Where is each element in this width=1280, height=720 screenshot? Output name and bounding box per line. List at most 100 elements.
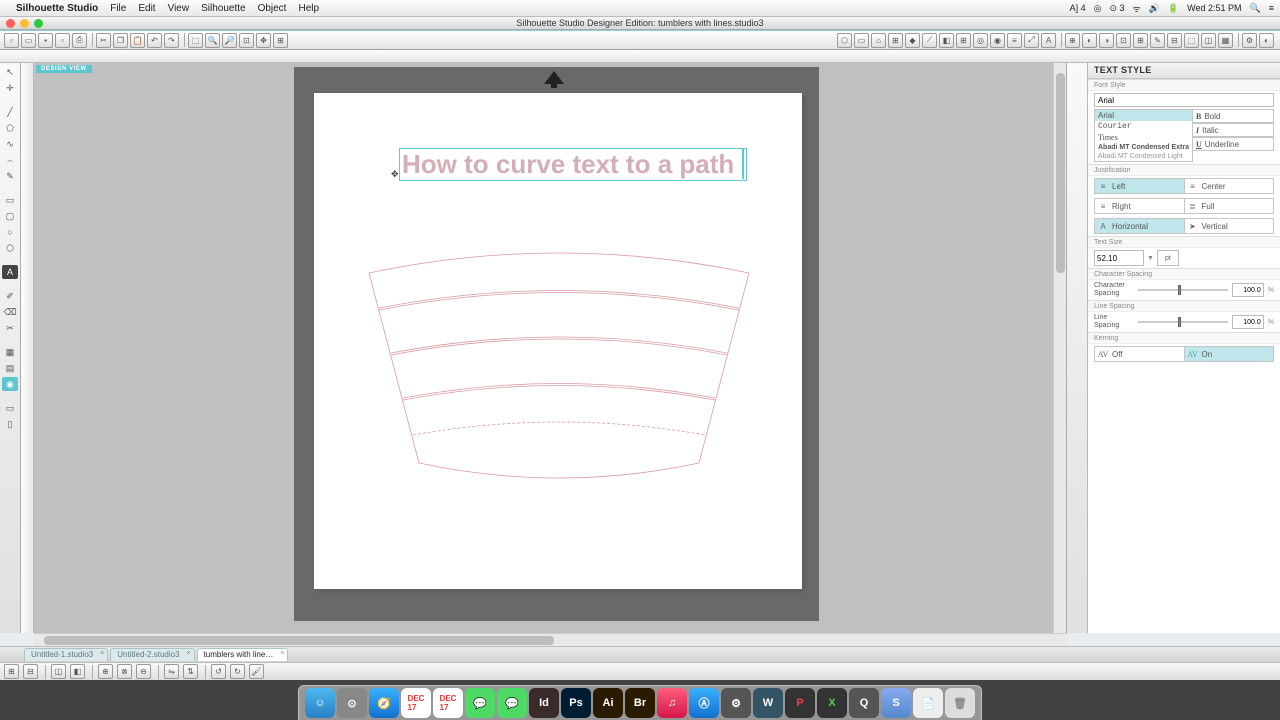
grid-icon[interactable]: ⊞ [956, 33, 971, 48]
justify-full-button[interactable]: ≣Full [1185, 198, 1275, 214]
line-icon[interactable]: ⟋ [922, 33, 937, 48]
menu-help[interactable]: Help [298, 3, 319, 14]
select-icon[interactable]: ⬚ [188, 33, 203, 48]
status-icon[interactable]: ⊙ 3 [1109, 3, 1124, 14]
document-tab[interactable]: tumblers with line…× [197, 648, 289, 661]
dock-finder-icon[interactable]: ☺ [305, 688, 335, 718]
rectangle-tool-icon[interactable]: ▭ [2, 193, 18, 207]
undo-icon[interactable]: ↶ [147, 33, 162, 48]
zoom-icon[interactable] [34, 19, 43, 28]
redo-icon[interactable]: ↷ [164, 33, 179, 48]
dock-app-q-icon[interactable]: Q [849, 688, 879, 718]
rounded-rect-tool-icon[interactable]: ▢ [2, 209, 18, 223]
paint-icon[interactable]: 🖌 [249, 664, 264, 679]
menu-object[interactable]: Object [258, 3, 287, 14]
group2-icon[interactable]: ▤ [2, 361, 18, 375]
kerning-off-button[interactable]: AVOff [1094, 346, 1185, 362]
rotate-l-icon[interactable]: ↺ [211, 664, 226, 679]
menu-file[interactable]: File [110, 3, 126, 14]
open-icon[interactable]: ▭ [21, 33, 36, 48]
document-tab[interactable]: Untitled-2.studio3× [110, 648, 194, 661]
line-spacing-slider[interactable] [1138, 316, 1228, 328]
char-spacing-slider[interactable] [1138, 284, 1228, 296]
zoom-fit-icon[interactable]: ⊡ [239, 33, 254, 48]
theme-icon[interactable]: ◐ [1259, 33, 1274, 48]
menu-edit[interactable]: Edit [138, 3, 155, 14]
group-icon[interactable]: ⊞ [4, 664, 19, 679]
close-tab-icon[interactable]: × [280, 650, 284, 657]
layout-icon[interactable]: ▭ [2, 401, 18, 415]
line-tool-icon[interactable]: ╱ [2, 105, 18, 119]
weld-icon[interactable]: ⊕ [98, 664, 113, 679]
dock-indesign-icon[interactable]: Id [529, 688, 559, 718]
page-icon[interactable]: ▭ [854, 33, 869, 48]
text-tool-icon[interactable]: A [2, 265, 18, 279]
dock-settings-icon[interactable]: ⚙ [721, 688, 751, 718]
zoom-out-icon[interactable]: 🔎 [222, 33, 237, 48]
knife-tool-icon[interactable]: ✂ [2, 321, 18, 335]
layout2-icon[interactable]: ▯ [2, 417, 18, 431]
send-icon[interactable]: ⬡ [837, 33, 852, 48]
char-spacing-input[interactable] [1232, 283, 1264, 297]
underline-button[interactable]: UUnderline [1193, 137, 1274, 151]
dock-itunes-icon[interactable]: ♫ [657, 688, 687, 718]
dock-bridge-icon[interactable]: Br [625, 688, 655, 718]
font-list-item[interactable]: Abadi MT Condensed Extra [1095, 143, 1192, 152]
group1-icon[interactable]: ▦ [2, 345, 18, 359]
release-icon[interactable]: ◧ [70, 664, 85, 679]
font-list-item[interactable]: Times [1095, 132, 1192, 143]
dock-calendar-icon[interactable]: DEC17 [401, 688, 431, 718]
offset-icon[interactable]: ◉ [990, 33, 1005, 48]
registration-icon[interactable]: ⊞ [1133, 33, 1148, 48]
select-tool-icon[interactable]: ↖ [2, 65, 18, 79]
scale-icon[interactable]: ⤢ [1024, 33, 1039, 48]
status-icon[interactable]: ◎ [1094, 3, 1102, 14]
edit-points-icon[interactable]: ✛ [2, 81, 18, 95]
new-icon[interactable]: ▫ [4, 33, 19, 48]
save-icon[interactable]: ▪ [38, 33, 53, 48]
group3-icon[interactable]: ◉ [2, 377, 18, 391]
text-move-handle[interactable]: ✥ [391, 169, 399, 180]
wifi-icon[interactable]: ᯤ [1132, 2, 1140, 15]
dock-appstore-icon[interactable]: Ⓐ [689, 688, 719, 718]
canvas-area[interactable]: DESIGN VIEW ✥ How to curve text to a pat… [34, 63, 1053, 633]
scrollbar-horizontal[interactable] [34, 633, 1067, 646]
zoom-drag-icon[interactable]: ✥ [256, 33, 271, 48]
volume-icon[interactable]: 🔊 [1149, 3, 1160, 14]
draw-note-icon[interactable]: ✐ [2, 289, 18, 303]
paste-icon[interactable]: 📋 [130, 33, 145, 48]
ellipse-tool-icon[interactable]: ○ [2, 225, 18, 239]
curve-tool-icon[interactable]: ∿ [2, 137, 18, 151]
rotate-r-icon[interactable]: ↻ [230, 664, 245, 679]
align-mid-icon[interactable]: ≡ [1007, 33, 1022, 48]
dock-silhouette-icon[interactable]: S [881, 688, 911, 718]
store-icon[interactable]: ⌂ [871, 33, 886, 48]
copy-icon[interactable]: ❐ [113, 33, 128, 48]
trace-icon[interactable]: ◎ [973, 33, 988, 48]
font-list-item[interactable]: Abadi MT Condensed Light [1095, 152, 1192, 161]
dock-illustrator-icon[interactable]: Ai [593, 688, 623, 718]
clock[interactable]: Wed 2:51 PM [1187, 3, 1241, 13]
kerning-on-button[interactable]: AVOn [1185, 346, 1275, 362]
shape-icon[interactable]: ◆ [905, 33, 920, 48]
crop-icon[interactable]: ⊗ [117, 664, 132, 679]
bold-button[interactable]: BBold [1193, 109, 1274, 123]
scrollbar-vertical[interactable] [1053, 63, 1066, 633]
compound-icon[interactable]: ◫ [51, 664, 66, 679]
preferences-icon[interactable]: ⚙ [1242, 33, 1257, 48]
canvas-text-object[interactable]: How to curve text to a path [399, 148, 747, 181]
polygon-tool-icon[interactable]: ⬠ [2, 121, 18, 135]
dock-app-icon[interactable]: ⊙ [337, 688, 367, 718]
freehand-tool-icon[interactable]: ✎ [2, 169, 18, 183]
dock-safari-icon[interactable]: 🧭 [369, 688, 399, 718]
traffic-lights[interactable] [6, 19, 43, 28]
rhinestone-icon[interactable]: ⬚ [1184, 33, 1199, 48]
dock-trash-icon[interactable]: 🗑 [945, 688, 975, 718]
text-size-unit[interactable]: pt [1157, 250, 1179, 266]
horizontal-button[interactable]: AHorizontal [1094, 218, 1185, 234]
minimize-icon[interactable] [20, 19, 29, 28]
dock-calendar2-icon[interactable]: DEC17 [433, 688, 463, 718]
vertical-button[interactable]: ➤Vertical [1185, 218, 1275, 234]
ungroup-icon[interactable]: ⊟ [23, 664, 38, 679]
library-icon[interactable]: ⊞ [888, 33, 903, 48]
